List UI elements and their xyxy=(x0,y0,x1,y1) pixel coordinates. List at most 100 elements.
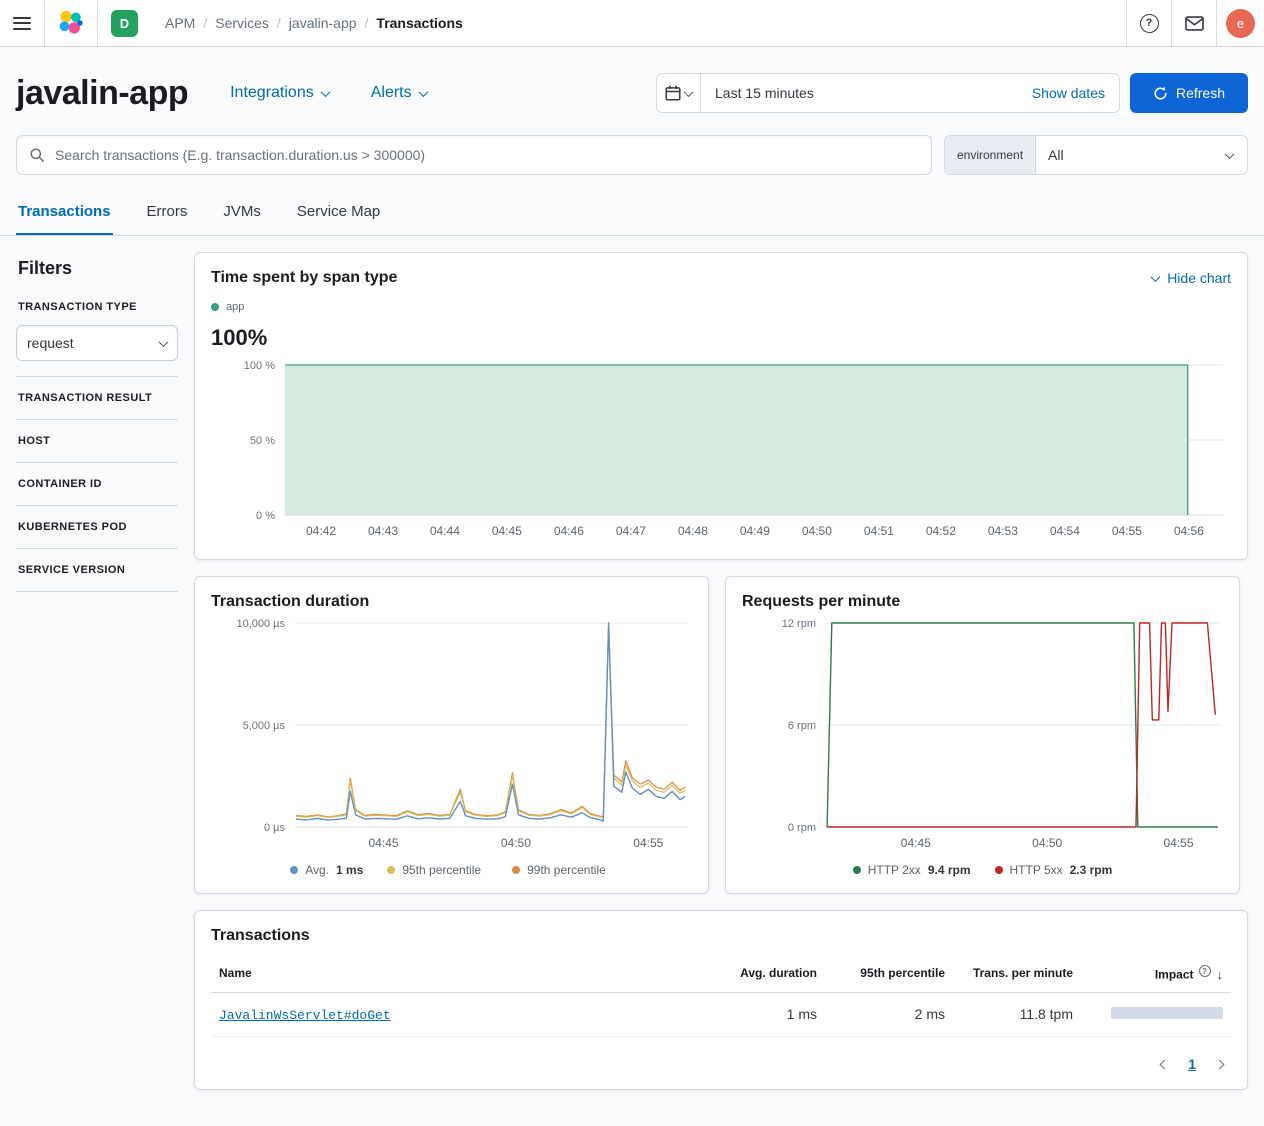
chevron-down-icon xyxy=(159,337,169,347)
requests-per-minute-title: Requests per minute xyxy=(742,593,1223,611)
svg-text:50 %: 50 % xyxy=(250,435,275,447)
svg-text:04:45: 04:45 xyxy=(492,524,522,538)
p95-value: 2 ms xyxy=(825,992,953,1036)
transactions-table: Name Avg. duration 95th percentile Trans… xyxy=(211,957,1231,1037)
deployment-badge[interactable]: D xyxy=(111,10,138,37)
newsfeed-button[interactable] xyxy=(1172,0,1216,46)
integrations-menu-button[interactable]: Integrations xyxy=(230,84,329,102)
hide-chart-label: Hide chart xyxy=(1167,270,1231,286)
breadcrumb-apm[interactable]: APM xyxy=(165,15,195,31)
filter-section-transaction-result: TRANSACTION RESULT xyxy=(18,392,178,404)
svg-text:04:45: 04:45 xyxy=(368,836,398,850)
chevron-down-icon xyxy=(320,87,330,97)
chevron-down-icon xyxy=(418,87,428,97)
filter-section-kubernetes-pod: KUBERNETES POD xyxy=(18,521,178,533)
column-header-impact[interactable]: Impact?↓ xyxy=(1081,957,1231,992)
environment-filter[interactable]: environment All xyxy=(944,135,1248,175)
transaction-duration-chart[interactable]: 0 µs5,000 µs10,000 µs04:4504:5004:55 xyxy=(211,611,694,855)
divider xyxy=(97,0,98,46)
svg-text:12 rpm: 12 rpm xyxy=(782,618,816,630)
pagination: 1 xyxy=(211,1055,1231,1073)
environment-label: environment xyxy=(945,136,1036,174)
svg-text:0 rpm: 0 rpm xyxy=(788,822,816,834)
legend-item-99th: 99th percentile xyxy=(512,863,613,877)
refresh-icon xyxy=(1153,86,1168,101)
impact-bar-track xyxy=(1111,1007,1223,1019)
svg-text:04:53: 04:53 xyxy=(988,524,1018,538)
divider xyxy=(16,462,178,463)
table-row: JavalinWsServlet#doGet 1 ms 2 ms 11.8 tp… xyxy=(211,992,1231,1036)
transaction-duration-card: Transaction duration 0 µs5,000 µs10,000 … xyxy=(194,576,709,894)
sort-desc-icon[interactable]: ↓ xyxy=(1217,967,1224,982)
service-header: javalin-app Integrations Alerts Last 15 … xyxy=(0,47,1264,236)
page-1-button[interactable]: 1 xyxy=(1188,1056,1196,1072)
legend-item-95th: 95th percentile xyxy=(387,863,488,877)
breadcrumb-services[interactable]: Services xyxy=(195,15,269,31)
tab-errors[interactable]: Errors xyxy=(145,195,190,235)
date-picker-calendar-button[interactable] xyxy=(657,74,701,112)
breadcrumb-service-name[interactable]: javalin-app xyxy=(269,15,357,31)
tab-transactions[interactable]: Transactions xyxy=(16,195,113,235)
tab-service-map[interactable]: Service Map xyxy=(295,195,382,235)
span-type-card: Time spent by span type Hide chart app 1… xyxy=(194,252,1248,560)
avg-legend-dot-icon xyxy=(290,866,298,874)
breadcrumb: APM Services javalin-app Transactions xyxy=(165,15,463,31)
integrations-label: Integrations xyxy=(230,84,314,102)
chevron-right-icon xyxy=(1215,1059,1225,1069)
user-avatar[interactable]: e xyxy=(1226,9,1255,38)
transaction-link[interactable]: JavalinWsServlet#doGet xyxy=(219,1008,391,1023)
menu-button[interactable] xyxy=(0,0,44,46)
tab-jvms[interactable]: JVMs xyxy=(221,195,263,235)
requests-per-minute-chart[interactable]: 0 rpm6 rpm12 rpm04:4504:5004:55 xyxy=(742,611,1225,855)
filters-heading: Filters xyxy=(18,258,178,279)
transaction-type-value: request xyxy=(27,335,74,351)
transactions-table-card: Transactions Name Avg. duration 95th per… xyxy=(194,910,1248,1090)
divider xyxy=(16,591,178,592)
p95-legend-dot-icon xyxy=(387,866,395,874)
hide-chart-button[interactable]: Hide chart xyxy=(1152,270,1231,286)
previous-page-button[interactable] xyxy=(1161,1055,1168,1073)
transaction-type-label: TRANSACTION TYPE xyxy=(18,301,178,313)
show-dates-button[interactable]: Show dates xyxy=(1018,85,1119,101)
search-input[interactable] xyxy=(53,146,919,164)
next-page-button[interactable] xyxy=(1216,1055,1223,1073)
filter-section-host: HOST xyxy=(18,435,178,447)
top-navigation-bar: D APM Services javalin-app Transactions … xyxy=(0,0,1264,47)
elastic-logo[interactable] xyxy=(45,0,97,46)
transaction-type-select[interactable]: request xyxy=(16,325,178,361)
refresh-label: Refresh xyxy=(1176,85,1225,101)
impact-help-icon: ? xyxy=(1199,965,1211,977)
chevron-down-icon xyxy=(1151,272,1161,282)
svg-text:04:48: 04:48 xyxy=(678,524,708,538)
svg-text:04:42: 04:42 xyxy=(306,524,336,538)
refresh-button[interactable]: Refresh xyxy=(1130,73,1248,113)
requests-per-minute-legend: HTTP 2xx 9.4 rpm HTTP 5xx 2.3 rpm xyxy=(742,863,1223,877)
http-5xx-legend-dot-icon xyxy=(995,866,1003,874)
divider xyxy=(16,419,178,420)
divider xyxy=(16,376,178,377)
date-range-button[interactable]: Last 15 minutes xyxy=(701,85,1018,101)
divider xyxy=(16,505,178,506)
requests-per-minute-card: Requests per minute 0 rpm6 rpm12 rpm04:4… xyxy=(725,576,1240,894)
calendar-icon xyxy=(665,85,681,101)
svg-text:04:50: 04:50 xyxy=(501,836,531,850)
filters-sidebar: Filters TRANSACTION TYPE request TRANSAC… xyxy=(16,252,178,607)
column-header-trans-per-minute: Trans. per minute xyxy=(953,957,1081,992)
span-type-chart[interactable]: 0 %50 %100 %04:4204:4304:4404:4504:4604:… xyxy=(211,355,1225,543)
elastic-logo-icon xyxy=(58,10,84,36)
svg-text:04:55: 04:55 xyxy=(1112,524,1142,538)
avg-duration-value: 1 ms xyxy=(697,992,825,1036)
transaction-duration-legend: Avg. 1 ms 95th percentile 99th percentil… xyxy=(211,863,692,877)
transaction-duration-title: Transaction duration xyxy=(211,593,692,611)
page-title: javalin-app xyxy=(16,74,188,113)
legend-item-http-2xx: HTTP 2xx 9.4 rpm xyxy=(853,863,971,877)
svg-text:10,000 µs: 10,000 µs xyxy=(236,618,285,630)
span-type-title: Time spent by span type xyxy=(211,269,397,287)
svg-text:04:55: 04:55 xyxy=(633,836,663,850)
svg-text:04:54: 04:54 xyxy=(1050,524,1080,538)
alerts-menu-button[interactable]: Alerts xyxy=(371,84,427,102)
help-button[interactable]: ? xyxy=(1127,0,1171,46)
svg-text:04:46: 04:46 xyxy=(554,524,584,538)
app-legend-dot-icon xyxy=(211,303,219,311)
divider xyxy=(1216,0,1217,46)
